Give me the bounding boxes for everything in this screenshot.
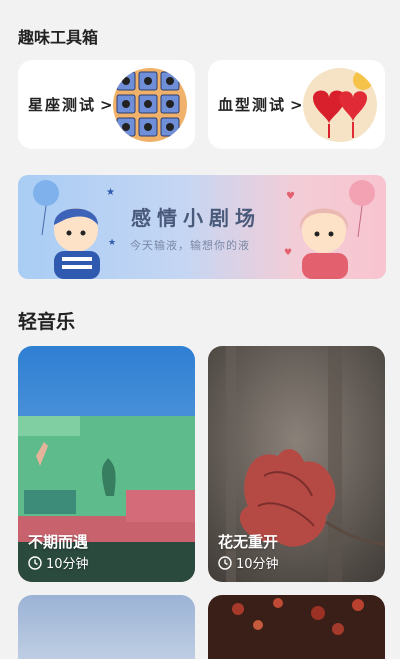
blood-type-hearts-image (303, 68, 377, 142)
svg-text:★: ★ (108, 238, 116, 248)
blood-type-test-text: 血型测试 (218, 96, 287, 114)
clock-icon (218, 555, 232, 570)
boy-balloon-illustration: ★ ★ (33, 180, 116, 279)
music-duration: 10分钟 (28, 553, 89, 572)
banner-title: 感情小剧场 (131, 206, 261, 230)
music-card[interactable]: 不期而遇 10分钟 (18, 346, 195, 582)
clock-icon (28, 555, 42, 570)
svg-text:★: ★ (106, 187, 115, 198)
music-cover-image (18, 595, 195, 659)
svg-text:♥: ♥ (284, 248, 292, 258)
music-card[interactable]: 花无重开 10分钟 (208, 346, 385, 582)
banner-subtitle: 今天输液，输想你的液 (130, 239, 250, 252)
zodiac-test-text: 星座测试 (28, 96, 97, 114)
music-title: 不期而遇 (28, 533, 89, 551)
music-card[interactable] (208, 595, 385, 659)
duration-text: 10分钟 (46, 557, 89, 572)
music-duration: 10分钟 (218, 553, 279, 572)
music-card[interactable] (18, 595, 195, 659)
light-music-title: 轻音乐 (18, 311, 76, 333)
music-title: 花无重开 (218, 533, 279, 551)
zodiac-test-label: 星座测试 > (28, 94, 115, 115)
blood-type-test-card[interactable]: 血型测试 > (208, 60, 385, 149)
blood-type-test-label: 血型测试 > (218, 94, 305, 115)
svg-text:♥: ♥ (286, 191, 295, 202)
music-cover-image (208, 595, 385, 659)
zodiac-test-card[interactable]: 星座测试 > (18, 60, 195, 149)
girl-balloon-illustration: ♥ ♥ (284, 180, 375, 279)
toolbox-title: 趣味工具箱 (18, 28, 99, 47)
zodiac-cards-image (113, 68, 187, 142)
emotion-theater-banner[interactable]: ★ ★ ♥ ♥ 感情小剧场 今天输液，输想你的液 (18, 175, 386, 279)
duration-text: 10分钟 (236, 557, 279, 572)
